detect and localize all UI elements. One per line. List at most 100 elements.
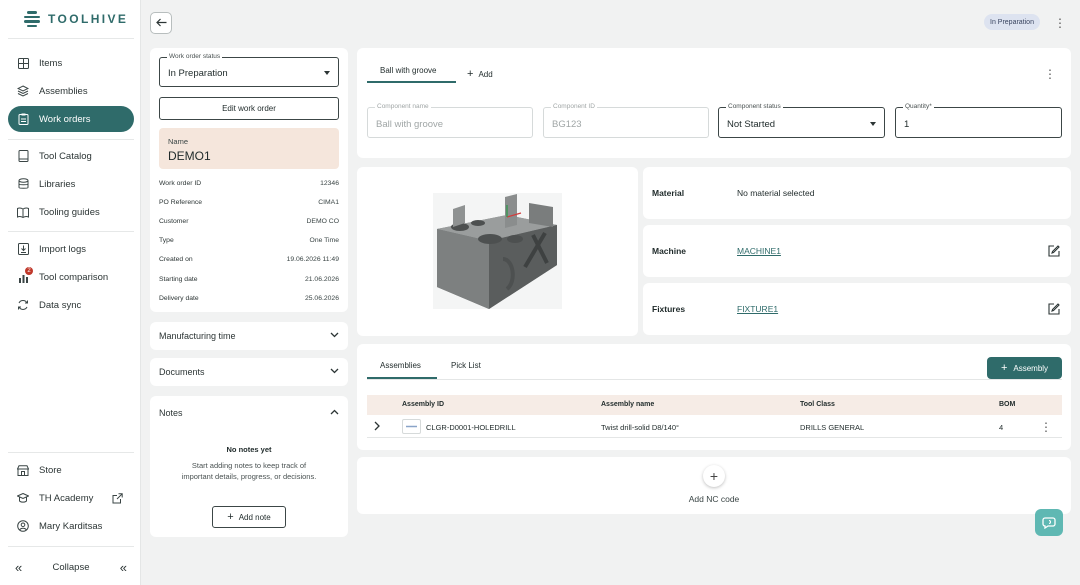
table-row[interactable]: CLGR-D0001-HOLEDRILL Twist drill-solid D… bbox=[367, 416, 1062, 438]
material-row: Material No material selected bbox=[643, 167, 1071, 219]
double-chevron-left-icon: « bbox=[15, 560, 23, 575]
detail-label: Created on bbox=[159, 256, 193, 263]
logo-icon bbox=[23, 10, 41, 28]
page-menu-button[interactable]: ⋮ bbox=[1053, 16, 1067, 30]
notification-badge: 2 bbox=[25, 267, 33, 275]
component-card bbox=[357, 48, 1071, 158]
chat-icon bbox=[1042, 515, 1056, 531]
plus-icon: + bbox=[467, 68, 474, 80]
sidebar-item-tooling-guides[interactable]: Tooling guides bbox=[8, 199, 134, 225]
sidebar-item-assemblies[interactable]: Assemblies bbox=[8, 78, 134, 104]
academy-icon bbox=[17, 492, 29, 504]
field-label: Quantity* bbox=[903, 103, 934, 110]
chevron-right-icon[interactable] bbox=[374, 421, 380, 433]
edit-work-order-button[interactable]: Edit work order bbox=[159, 97, 339, 120]
notes-empty-text-line2: important details, progress, or decision… bbox=[181, 472, 317, 481]
detail-row-starting-date: Starting date 21.06.2026 bbox=[159, 276, 339, 283]
sidebar-item-work-orders[interactable]: Work orders bbox=[8, 106, 134, 132]
manufacturing-time-section[interactable]: Manufacturing time bbox=[150, 322, 348, 350]
sidebar-item-tool-comparison[interactable]: 2 Tool comparison bbox=[8, 264, 134, 290]
sidebar-item-user-profile[interactable]: Mary Karditsas bbox=[8, 513, 134, 539]
column-header: Assembly ID bbox=[402, 401, 445, 408]
sidebar-item-tool-catalog[interactable]: Tool Catalog bbox=[8, 143, 134, 169]
dropdown-caret-icon bbox=[324, 71, 330, 75]
sidebar-item-import-logs[interactable]: Import logs bbox=[8, 236, 134, 262]
section-title: Documents bbox=[159, 367, 205, 377]
chevron-up-icon[interactable] bbox=[330, 407, 339, 417]
sidebar-divider bbox=[8, 231, 134, 232]
edit-icon[interactable] bbox=[1048, 245, 1060, 257]
app-name: TOOLHIVE bbox=[48, 12, 129, 26]
add-nc-code-button[interactable]: + bbox=[703, 465, 725, 487]
back-button[interactable] bbox=[150, 12, 172, 34]
detail-value: 25.06.2026 bbox=[304, 295, 339, 302]
fixtures-link[interactable]: FIXTURE1 bbox=[737, 304, 778, 314]
sidebar-item-data-sync[interactable]: Data sync bbox=[8, 292, 134, 318]
detail-row-work-order-id: Work order ID 12346 bbox=[159, 180, 339, 187]
sidebar-item-label: Assemblies bbox=[39, 85, 88, 97]
store-icon bbox=[17, 464, 29, 476]
documents-section[interactable]: Documents bbox=[150, 358, 348, 386]
collapse-sidebar-button[interactable]: « Collapse « bbox=[15, 560, 127, 575]
external-link-icon bbox=[111, 492, 123, 504]
sidebar-item-th-academy[interactable]: TH Academy bbox=[8, 485, 134, 511]
detail-row-po-reference: PO Reference CIMA1 bbox=[159, 199, 339, 206]
detail-value: DEMO CO bbox=[306, 218, 339, 225]
component-status-select[interactable]: Component status Not Started bbox=[718, 103, 885, 138]
button-label: Edit work order bbox=[222, 104, 276, 113]
sidebar-item-items[interactable]: Items bbox=[8, 50, 134, 76]
assembly-id-cell: CLGR-D0001-HOLEDRILL bbox=[426, 423, 516, 432]
layers-icon bbox=[17, 85, 29, 97]
grid-icon bbox=[17, 57, 29, 69]
tab-assemblies[interactable]: Assemblies bbox=[380, 361, 421, 370]
user-icon bbox=[17, 520, 29, 532]
import-icon bbox=[17, 243, 29, 255]
field-label: Component status bbox=[726, 103, 783, 110]
sidebar-item-label: Work orders bbox=[39, 113, 91, 125]
field-label: Component name bbox=[375, 103, 431, 110]
more-vertical-icon: ⋮ bbox=[1054, 16, 1066, 30]
detail-label: Delivery date bbox=[159, 295, 199, 302]
notes-empty-text-line1: Start adding notes to keep track of bbox=[191, 461, 307, 470]
machine-link[interactable]: MACHINE1 bbox=[737, 246, 781, 256]
machine-row: Machine MACHINE1 bbox=[643, 225, 1071, 277]
collapse-label: Collapse bbox=[52, 562, 90, 573]
sidebar-item-libraries[interactable]: Libraries bbox=[8, 171, 134, 197]
tool-class-cell: DRILLS GENERAL bbox=[800, 423, 865, 432]
notes-empty-title: No notes yet bbox=[226, 445, 272, 454]
quantity-field[interactable]: Quantity* 1 bbox=[895, 103, 1062, 138]
name-label: Name bbox=[168, 137, 189, 146]
tab-ball-with-groove[interactable]: Ball with groove bbox=[380, 66, 436, 75]
sidebar-item-label: Import logs bbox=[39, 243, 86, 255]
chat-support-button[interactable] bbox=[1035, 509, 1063, 536]
bom-cell: 4 bbox=[999, 423, 1004, 432]
add-note-button[interactable]: + Add note bbox=[212, 506, 286, 528]
app-logo[interactable]: TOOLHIVE bbox=[23, 10, 128, 28]
add-assembly-button[interactable]: + Assembly bbox=[987, 357, 1062, 379]
component-menu-button[interactable]: ⋮ bbox=[1043, 67, 1057, 81]
sidebar-item-label: Tool comparison bbox=[39, 271, 109, 283]
detail-row-customer: Customer DEMO CO bbox=[159, 218, 339, 225]
component-3d-preview[interactable] bbox=[357, 167, 638, 336]
component-name-field[interactable]: Component name Ball with groove bbox=[367, 103, 533, 138]
arrow-left-icon bbox=[155, 16, 167, 30]
sidebar-item-label: Data sync bbox=[39, 299, 82, 311]
field-value: 1 bbox=[904, 119, 910, 130]
dropdown-caret-icon bbox=[870, 122, 876, 126]
field-value: Not Started bbox=[727, 119, 776, 130]
plus-icon: + bbox=[709, 468, 719, 484]
column-header: BOM bbox=[999, 401, 1016, 408]
edit-icon[interactable] bbox=[1048, 303, 1060, 315]
fixtures-label: Fixtures bbox=[652, 304, 686, 314]
tool-thumbnail bbox=[402, 419, 421, 434]
sidebar-item-store[interactable]: Store bbox=[8, 457, 134, 483]
assemblies-table-header: Assembly ID Assembly name Tool Class BOM bbox=[367, 395, 1062, 415]
add-component-tab[interactable]: + Add bbox=[467, 68, 493, 80]
work-order-status-select[interactable]: Work order status In Preparation bbox=[159, 53, 339, 87]
tab-pick-list[interactable]: Pick List bbox=[451, 361, 481, 370]
row-menu-button[interactable]: ⋮ bbox=[1039, 420, 1053, 434]
assembly-name-cell: Twist drill-solid D8/140° bbox=[601, 423, 680, 432]
component-id-field[interactable]: Component ID BG123 bbox=[543, 103, 709, 138]
plus-icon: + bbox=[227, 511, 234, 523]
detail-value: CIMA1 bbox=[318, 199, 339, 206]
